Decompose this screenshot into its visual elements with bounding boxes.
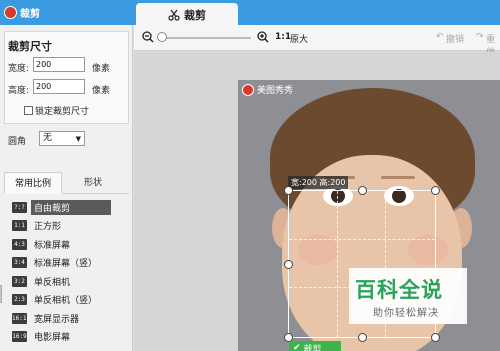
- ratio-item-standard-portrait[interactable]: 3:4 标准屏幕（竖）: [4, 254, 129, 273]
- crop-confirm-label: 裁剪: [303, 344, 322, 351]
- lock-size-label: 锁定裁剪尺寸: [35, 107, 90, 117]
- height-unit: 像素: [92, 86, 111, 96]
- ratio-item-widescreen[interactable]: 16:10 宽屏显示器: [4, 309, 129, 328]
- width-label: 宽度:: [8, 64, 30, 74]
- watermark-text: 美图秀秀: [257, 86, 294, 96]
- width-unit: 像素: [92, 64, 111, 74]
- ratio-badge: 4:3: [12, 238, 27, 250]
- tab-shapes[interactable]: 形状: [64, 172, 122, 194]
- brand-title: 百科全说: [355, 278, 443, 302]
- brand-subtitle: 助你轻松解决: [373, 308, 439, 319]
- app-title-text: 裁剪: [20, 9, 40, 20]
- crop-grid-line: [337, 191, 339, 337]
- ratio-label: 单反相机: [34, 277, 71, 288]
- ratio-badge: 3:2: [12, 275, 27, 287]
- tab-crop-label: 裁剪: [184, 8, 206, 22]
- ratio-label: 电影屏幕: [34, 333, 71, 344]
- zoom-in-icon[interactable]: [257, 31, 269, 43]
- watermark-logo-icon: [242, 83, 254, 96]
- app-title: 裁剪: [4, 5, 40, 20]
- crop-dimensions-tag: 宽:200 高:200: [288, 176, 349, 189]
- undo-button[interactable]: 撤销: [446, 32, 464, 45]
- crop-handle-top-left[interactable]: [284, 186, 293, 195]
- ratio-list: ?:? 自由裁剪 1:1 正方形 4:3 标准屏幕 3:4 标准屏幕（竖） 3:…: [4, 198, 129, 346]
- ratio-item-standard[interactable]: 4:3 标准屏幕: [4, 235, 129, 254]
- zoom-slider[interactable]: [161, 37, 251, 39]
- ratio-item-dslr[interactable]: 3:2 单反相机: [4, 272, 129, 291]
- ratio-label: 标准屏幕: [34, 240, 71, 251]
- corner-select-value: 无: [43, 133, 53, 143]
- actual-size-button[interactable]: 原大: [290, 32, 308, 45]
- height-field[interactable]: 200: [33, 79, 85, 94]
- crop-confirm-button[interactable]: ✔ 裁剪: [289, 341, 341, 351]
- panel-collapse-handle[interactable]: [0, 285, 2, 303]
- ratio-badge: 16:9: [12, 331, 27, 343]
- tab-common-ratios[interactable]: 常用比例: [4, 172, 62, 194]
- ratio-item-free[interactable]: ?:? 自由裁剪: [4, 198, 129, 217]
- brand-watermark: 百科全说 助你轻松解决: [349, 268, 467, 324]
- crop-handle-left[interactable]: [284, 260, 293, 269]
- crop-handle-top-right[interactable]: [431, 186, 440, 195]
- ratio-label: 单反相机（竖）: [34, 296, 98, 307]
- crop-handle-bottom-right[interactable]: [431, 333, 440, 342]
- zoom-out-icon[interactable]: [142, 31, 154, 43]
- lock-size-option[interactable]: 锁定裁剪尺寸: [24, 104, 89, 117]
- zoom-slider-knob[interactable]: [157, 32, 167, 42]
- check-icon: ✔: [293, 343, 301, 351]
- ratio-label: 自由裁剪: [31, 199, 111, 215]
- chevron-down-icon: ▼: [75, 135, 81, 143]
- crop-handle-bottom[interactable]: [358, 333, 367, 342]
- canvas-area: 美图秀秀 宽:200 高:200 ✔ 裁剪 百科全说 助你轻松解决: [134, 52, 500, 351]
- actual-size-ratio[interactable]: 1:1: [275, 32, 291, 42]
- tab-crop[interactable]: 裁剪: [136, 3, 238, 26]
- toolbar: 1:1 原大 ↶ 撤销 ↷ 重做: [134, 25, 500, 58]
- title-bar: 裁剪 裁剪: [0, 0, 500, 26]
- ratio-item-movie[interactable]: 16:9 电影屏幕: [4, 328, 129, 347]
- scissors-icon: [168, 9, 180, 21]
- ratio-badge: ?:?: [12, 201, 27, 213]
- ratio-label: 标准屏幕（竖）: [34, 259, 98, 270]
- ratio-item-square[interactable]: 1:1 正方形: [4, 217, 129, 236]
- crop-handle-top[interactable]: [358, 186, 367, 195]
- lock-size-checkbox[interactable]: [24, 106, 33, 115]
- ratio-badge: 3:4: [12, 257, 27, 269]
- corner-select[interactable]: 无 ▼: [39, 131, 85, 146]
- photo-brow-right: [381, 176, 415, 179]
- ratio-badge: 2:3: [12, 294, 27, 306]
- ratio-item-dslr-portrait[interactable]: 2:3 单反相机（竖）: [4, 291, 129, 310]
- ratio-badge: 1:1: [12, 220, 27, 232]
- ratio-label: 正方形: [34, 222, 62, 233]
- undo-icon[interactable]: ↶: [436, 32, 444, 42]
- ratio-badge: 16:10: [12, 312, 31, 324]
- ratio-tabs: 常用比例 形状: [4, 172, 129, 194]
- ratio-label: 宽屏显示器: [34, 314, 80, 325]
- height-label: 高度:: [8, 86, 30, 96]
- crop-grid-line: [289, 239, 435, 241]
- corner-label: 圆角: [8, 137, 27, 147]
- redo-icon[interactable]: ↷: [476, 32, 484, 42]
- width-field[interactable]: 200: [33, 57, 85, 72]
- app-logo-icon: [4, 6, 17, 19]
- watermark: 美图秀秀: [242, 83, 293, 96]
- crop-size-title: 裁剪尺寸: [8, 40, 52, 53]
